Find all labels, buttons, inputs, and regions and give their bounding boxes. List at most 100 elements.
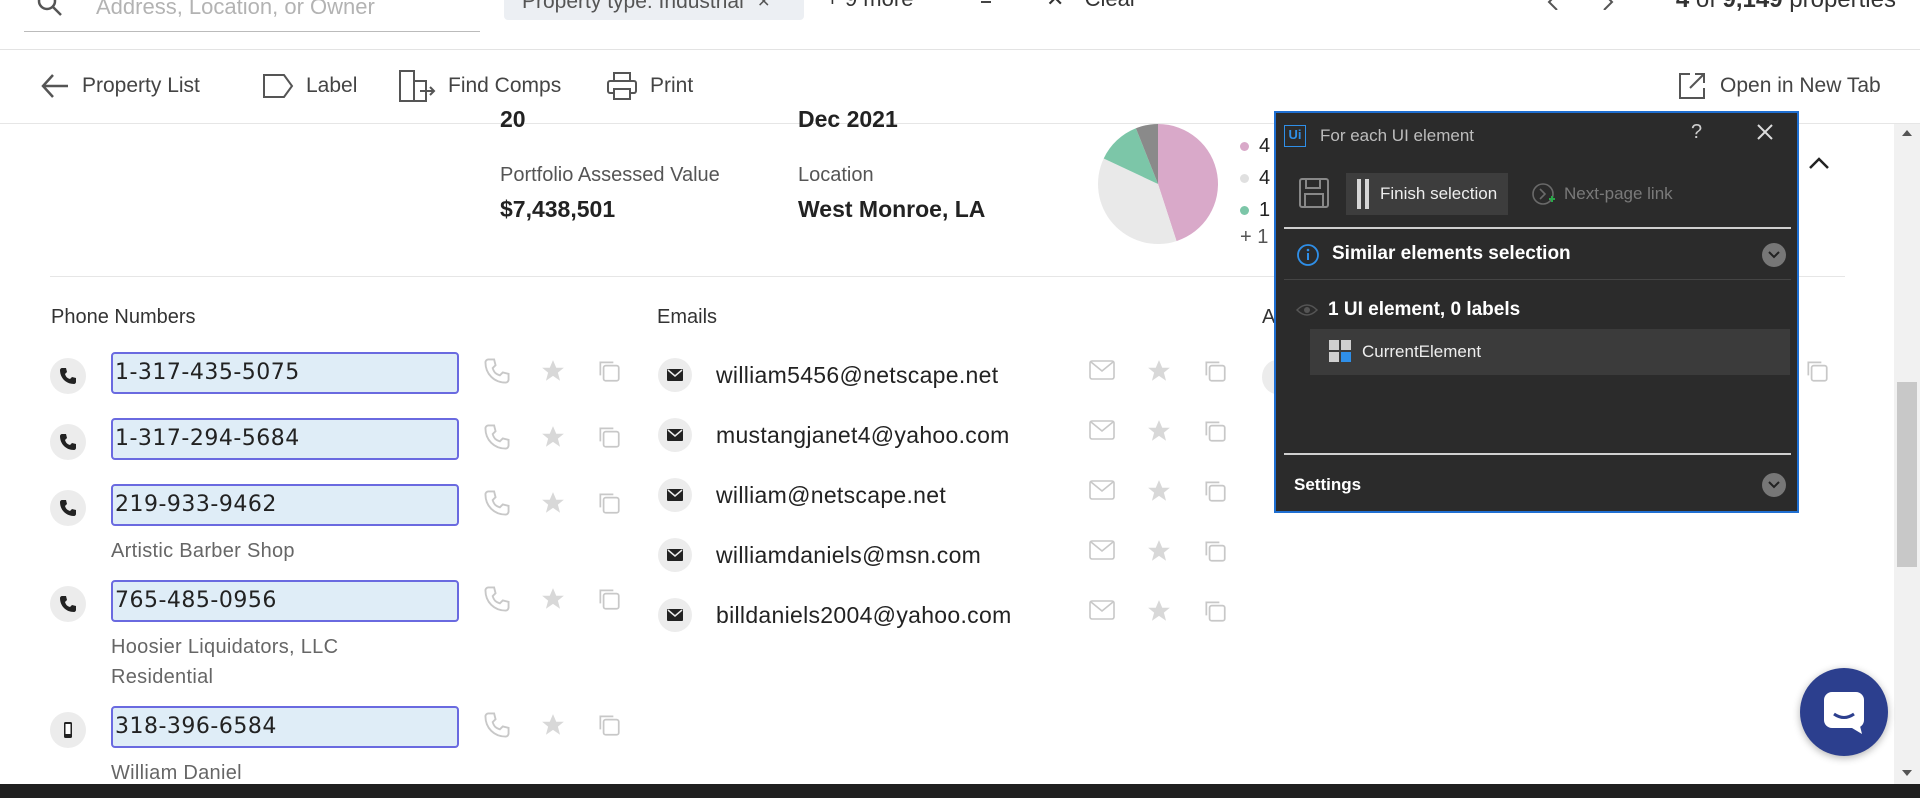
phone-actions bbox=[484, 358, 622, 384]
property-list-label: Property List bbox=[82, 74, 200, 97]
help-button[interactable]: ? bbox=[1691, 121, 1702, 144]
chip-close-icon[interactable]: × bbox=[758, 0, 770, 13]
email-icon bbox=[658, 478, 692, 512]
settings-section-header[interactable]: Settings bbox=[1284, 465, 1791, 505]
finish-selection-button[interactable]: Finish selection bbox=[1346, 173, 1508, 215]
copy-icon[interactable] bbox=[1804, 358, 1830, 384]
printer-icon bbox=[606, 71, 638, 101]
phone-number-field[interactable]: 318-396-6584 bbox=[111, 706, 459, 748]
next-page-link-button[interactable]: Next-page link bbox=[1530, 173, 1673, 215]
email-icon bbox=[658, 538, 692, 572]
copy-icon[interactable] bbox=[1202, 418, 1228, 444]
copy-icon[interactable] bbox=[1202, 538, 1228, 564]
print-button[interactable]: Print bbox=[606, 68, 693, 104]
close-icon: ✕ bbox=[1046, 0, 1064, 11]
star-icon[interactable] bbox=[540, 712, 566, 738]
email-address[interactable]: william5456@netscape.net bbox=[716, 362, 998, 389]
clear-filters-button[interactable]: ✕ Clear bbox=[1046, 0, 1137, 12]
summary-count-value: 20 bbox=[500, 106, 526, 132]
copy-icon[interactable] bbox=[596, 358, 622, 384]
pager: 4 of 9,149 properties bbox=[1676, 0, 1896, 14]
email-address[interactable]: mustangjanet4@yahoo.com bbox=[716, 422, 1010, 449]
copy-icon[interactable] bbox=[596, 424, 622, 450]
star-icon[interactable] bbox=[540, 424, 566, 450]
phone-number-field[interactable]: 765-485-0956 bbox=[111, 580, 459, 622]
label-button[interactable]: Label bbox=[262, 68, 357, 104]
phone-number-field[interactable]: 1-317-435-5075 bbox=[111, 352, 459, 394]
property-list-button[interactable]: Property List bbox=[40, 68, 200, 104]
page-scrollbar[interactable] bbox=[1894, 124, 1920, 784]
call-icon[interactable] bbox=[484, 586, 510, 612]
phone-actions bbox=[484, 586, 622, 612]
send-mail-icon[interactable] bbox=[1088, 478, 1116, 504]
similar-elements-section-header[interactable]: Similar elements selection bbox=[1284, 235, 1791, 275]
star-icon[interactable] bbox=[1146, 538, 1172, 564]
close-panel-button[interactable] bbox=[1756, 123, 1774, 141]
find-comps-button[interactable]: Find Comps bbox=[398, 68, 561, 104]
call-icon[interactable] bbox=[484, 424, 510, 450]
call-icon[interactable] bbox=[484, 712, 510, 738]
star-icon[interactable] bbox=[1146, 418, 1172, 444]
send-mail-icon[interactable] bbox=[1088, 598, 1116, 624]
add-link-icon bbox=[1530, 181, 1556, 207]
star-icon[interactable] bbox=[1146, 478, 1172, 504]
pager-total: 9,149 bbox=[1723, 0, 1783, 13]
panel-title: For each UI element bbox=[1320, 126, 1475, 145]
copy-icon[interactable] bbox=[1202, 358, 1228, 384]
call-icon[interactable] bbox=[484, 358, 510, 384]
email-address[interactable]: williamdaniels@msn.com bbox=[716, 542, 981, 569]
chat-launcher-button[interactable] bbox=[1800, 668, 1888, 756]
summary-date-value: Dec 2021 bbox=[798, 106, 898, 132]
copy-icon[interactable] bbox=[596, 712, 622, 738]
open-new-tab-button[interactable]: Open in New Tab bbox=[1676, 68, 1881, 104]
star-icon[interactable] bbox=[1146, 598, 1172, 624]
star-icon[interactable] bbox=[1146, 358, 1172, 384]
chevron-down-icon[interactable] bbox=[1762, 473, 1786, 497]
send-mail-icon[interactable] bbox=[1088, 358, 1116, 384]
eye-icon[interactable] bbox=[1296, 303, 1318, 317]
filter-chip[interactable]: Property type: Industrial × bbox=[504, 0, 804, 20]
pause-bars-icon bbox=[1356, 179, 1370, 209]
chevron-down-icon[interactable] bbox=[1762, 243, 1786, 267]
star-icon[interactable] bbox=[540, 358, 566, 384]
scroll-down-arrow-icon[interactable] bbox=[1902, 770, 1912, 776]
email-address[interactable]: billdaniels2004@yahoo.com bbox=[716, 602, 1012, 629]
finish-selection-label: Finish selection bbox=[1380, 184, 1498, 203]
send-mail-icon[interactable] bbox=[1088, 418, 1116, 444]
copy-icon[interactable] bbox=[1202, 478, 1228, 504]
copy-icon[interactable] bbox=[596, 586, 622, 612]
phone-type-icon bbox=[50, 586, 86, 622]
scroll-thumb[interactable] bbox=[1897, 382, 1917, 567]
os-taskbar bbox=[0, 784, 1920, 798]
copy-icon[interactable] bbox=[1202, 598, 1228, 624]
prev-page-icon[interactable] bbox=[1545, 0, 1561, 10]
collapse-chevron-icon[interactable] bbox=[1808, 156, 1830, 170]
send-mail-icon[interactable] bbox=[1088, 538, 1116, 564]
scroll-up-arrow-icon[interactable] bbox=[1902, 130, 1912, 136]
email-actions bbox=[1088, 358, 1228, 384]
phone-number-field[interactable]: 1-317-294-5684 bbox=[111, 418, 459, 460]
copy-icon[interactable] bbox=[596, 490, 622, 516]
email-actions bbox=[1088, 418, 1228, 444]
location-value: West Monroe, LA bbox=[798, 196, 986, 222]
legend-value: 4 bbox=[1259, 166, 1271, 189]
panel-divider bbox=[1284, 227, 1791, 229]
phone-number-field[interactable]: 219-933-9462 bbox=[111, 484, 459, 526]
sort-icon[interactable] bbox=[975, 0, 997, 8]
next-page-icon[interactable] bbox=[1600, 0, 1616, 10]
external-link-icon bbox=[1676, 70, 1708, 102]
star-icon[interactable] bbox=[540, 586, 566, 612]
more-filters-link[interactable]: + 9 more bbox=[826, 0, 913, 12]
call-icon[interactable] bbox=[484, 490, 510, 516]
assessed-value: $7,438,501 bbox=[500, 196, 616, 222]
arrow-left-icon bbox=[40, 73, 70, 99]
pager-of: of bbox=[1696, 0, 1716, 13]
uipath-logo-icon: Ui bbox=[1284, 125, 1306, 147]
save-icon[interactable] bbox=[1298, 177, 1330, 209]
email-address[interactable]: william@netscape.net bbox=[716, 482, 946, 509]
star-icon[interactable] bbox=[540, 490, 566, 516]
current-element-item[interactable]: CurrentElement bbox=[1310, 329, 1790, 375]
search-input[interactable]: Address, Location, or Owner bbox=[24, 0, 480, 32]
buildings-icon bbox=[398, 69, 436, 103]
legend-item: 4 bbox=[1240, 130, 1270, 162]
